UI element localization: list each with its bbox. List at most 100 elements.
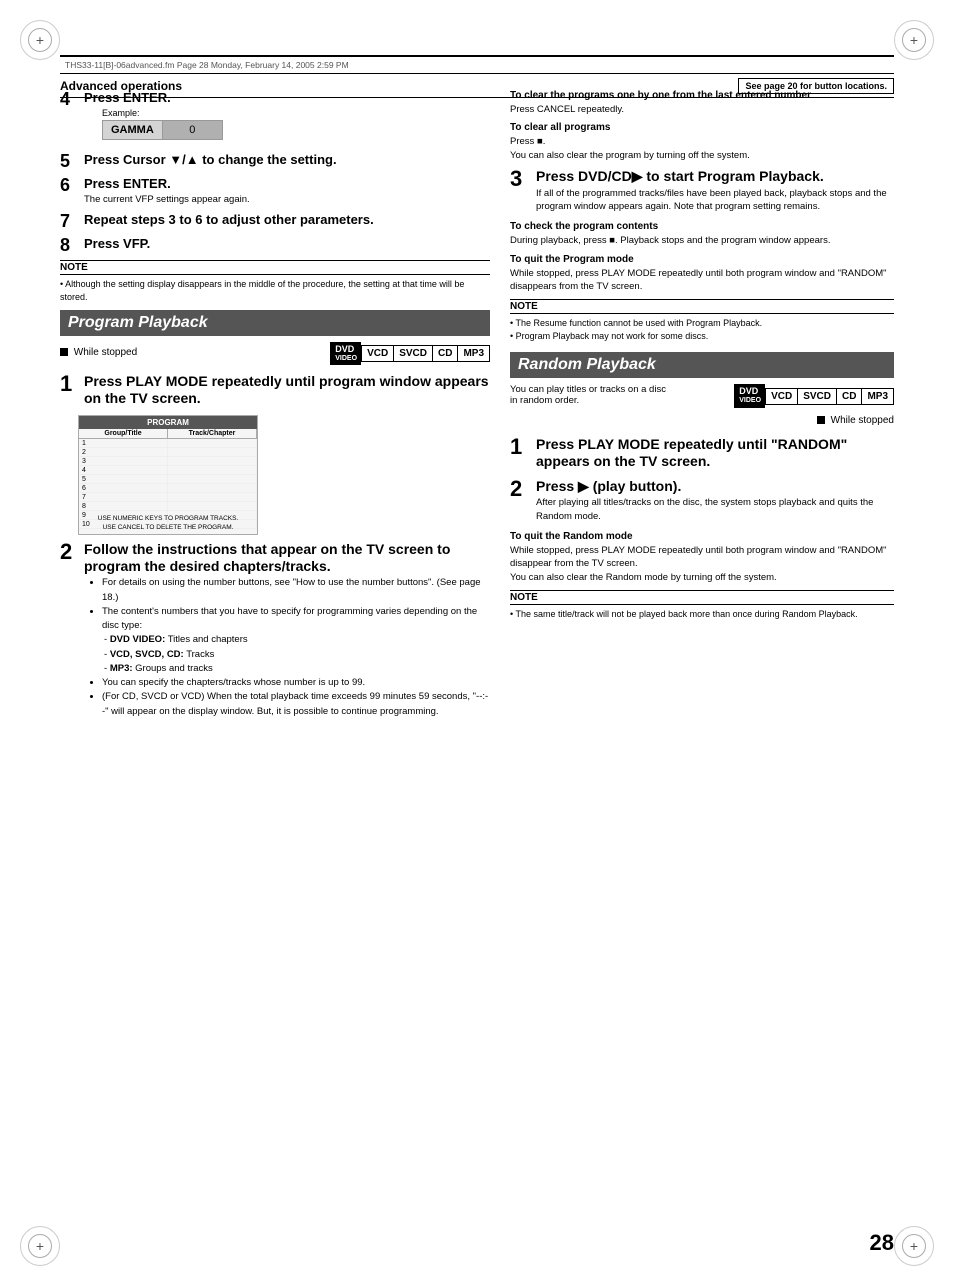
corner-decoration-tr: + [894, 20, 934, 60]
black-square-icon-random [817, 416, 825, 424]
quit-random-content: While stopped, press PLAY MODE repeatedl… [510, 544, 894, 584]
check-program-content: During playback, press ■. Playback stops… [510, 234, 894, 247]
step-4: 4 Press ENTER. Example: GAMMA 0 [60, 90, 490, 146]
step-7: 7 Repeat steps 3 to 6 to adjust other pa… [60, 212, 490, 230]
list-item: VCD, SVCD, CD: Tracks [104, 648, 490, 662]
note-random-bullet: • The same title/track will not be playe… [510, 609, 858, 619]
note-random-title: NOTE [510, 590, 894, 605]
check-program: To check the program contents During pla… [510, 221, 894, 247]
example-label: Example: [102, 108, 490, 118]
step-7-number: 7 [60, 212, 80, 230]
note-random: NOTE • The same title/track will not be … [510, 590, 894, 621]
step-5-number: 5 [60, 152, 80, 170]
clear-one-title: To clear the programs one by one from th… [510, 90, 894, 101]
page-header: THS33-11[B]-06advanced.fm Page 28 Monday… [60, 55, 894, 74]
black-square-icon [60, 348, 68, 356]
badge-cd: CD [432, 345, 457, 362]
step-5: 5 Press Cursor ▼/▲ to change the setting… [60, 152, 490, 170]
step-6-sub: The current VFP settings appear again. [84, 193, 490, 206]
prog-step-2-title: Follow the instructions that appear on t… [84, 541, 490, 575]
note-vfp: NOTE • Although the setting display disa… [60, 260, 490, 303]
quit-random: To quit the Random mode While stopped, p… [510, 531, 894, 584]
disc-type-mp3-label: MP3: [110, 663, 133, 674]
corner-decoration-bl: + [20, 1226, 60, 1266]
disc-type-vcd-label: VCD, SVCD, CD: [110, 649, 184, 660]
random-intro-text: You can play titles or tracks on a disc … [510, 384, 670, 406]
prog-step-1-title: Press PLAY MODE repeatedly until program… [84, 373, 490, 407]
badge-mp3: MP3 [457, 345, 490, 362]
badge-svcd-random: SVCD [797, 388, 836, 405]
badge-cd-random: CD [836, 388, 861, 405]
note-program-title: NOTE [510, 299, 894, 314]
content-area: 4 Press ENTER. Example: GAMMA 0 5 Press … [60, 90, 894, 1216]
step-8-number: 8 [60, 236, 80, 254]
prog-step-1-num: 1 [60, 373, 80, 409]
random-step-2-body: After playing all titles/tracks on the d… [536, 496, 894, 523]
prog-step-3: 3 Press DVD/CD▶ to start Program Playbac… [510, 168, 894, 213]
random-step-1-title: Press PLAY MODE repeatedly until "RANDOM… [536, 436, 894, 470]
prog-step-2-num: 2 [60, 541, 80, 719]
step-6-title: Press ENTER. [84, 176, 490, 192]
badge-dvd: DVDVIDEO [330, 342, 361, 366]
right-column: To clear the programs one by one from th… [510, 90, 894, 1216]
clear-all-title: To clear all programs [510, 122, 894, 133]
step-8: 8 Press VFP. [60, 236, 490, 254]
random-step-1-num: 1 [510, 436, 532, 470]
note-bullet-2: • Program Playback may not work for some… [510, 330, 894, 343]
clear-all-content: Press ■. You can also clear the program … [510, 135, 894, 162]
step-4-title: Press ENTER. [84, 90, 490, 106]
disc-type-dvd-label: DVD VIDEO: [110, 634, 165, 645]
prog-step-1: 1 Press PLAY MODE repeatedly until progr… [60, 373, 490, 409]
note-random-content: • The same title/track will not be playe… [510, 608, 894, 621]
random-step-2: 2 Press ▶ (play button). After playing a… [510, 478, 894, 523]
random-step-2-title: Press ▶ (play button). [536, 478, 894, 495]
page: + + + + THS33-11[B]-06advanced.fm Page 2… [0, 0, 954, 1286]
list-item: MP3: Groups and tracks [104, 662, 490, 676]
random-step-1: 1 Press PLAY MODE repeatedly until "RAND… [510, 436, 894, 470]
disc-type-mp3-value: Groups and tracks [135, 663, 213, 674]
disc-type-vcd-value: Tracks [186, 649, 214, 660]
step-6-number: 6 [60, 176, 80, 207]
list-item: For details on using the number buttons,… [102, 576, 490, 605]
step-8-title: Press VFP. [84, 236, 490, 252]
step-7-title: Repeat steps 3 to 6 to adjust other para… [84, 212, 490, 228]
prog-col2: Track/Chapter [168, 429, 257, 438]
prog-step-3-title: Press DVD/CD▶ to start Program Playback. [536, 168, 894, 185]
random-playback-header: Random Playback [510, 352, 894, 378]
gamma-display: GAMMA 0 [102, 120, 223, 140]
random-intro-row: You can play titles or tracks on a disc … [510, 384, 894, 432]
clear-one-content: Press CANCEL repeatedly. [510, 103, 894, 116]
quit-program: To quit the Program mode While stopped, … [510, 254, 894, 294]
quit-program-content: While stopped, press PLAY MODE repeatedl… [510, 267, 894, 294]
note-vfp-bullet: • Although the setting display disappear… [60, 279, 464, 302]
prog-image-header: PROGRAM [79, 416, 257, 429]
list-item: You can specify the chapters/tracks whos… [102, 676, 490, 690]
note-vfp-title: NOTE [60, 260, 490, 275]
program-playback-header: Program Playback [60, 310, 490, 336]
prog-col1: Group/Title [79, 429, 168, 438]
prog-step-2-list: For details on using the number buttons,… [92, 576, 490, 719]
step-5-title: Press Cursor ▼/▲ to change the setting. [84, 152, 490, 168]
quit-program-title: To quit the Program mode [510, 254, 894, 265]
list-item: (For CD, SVCD or VCD) When the total pla… [102, 690, 490, 719]
clear-one-by-one: To clear the programs one by one from th… [510, 90, 894, 116]
badge-vcd-random: VCD [765, 388, 797, 405]
step-6: 6 Press ENTER. The current VFP settings … [60, 176, 490, 207]
disc-type-dvd-value: Titles and chapters [168, 634, 248, 645]
prog-footer: USE NUMERIC KEYS TO PROGRAM TRACKS. USE … [81, 514, 255, 532]
prog-step-3-body: If all of the programmed tracks/files ha… [536, 187, 894, 214]
format-badges-random: DVDVIDEO VCD SVCD CD MP3 [734, 384, 894, 408]
corner-decoration-br: + [894, 1226, 934, 1266]
gamma-value: 0 [163, 120, 223, 140]
note-bullet-1: • The Resume function cannot be used wit… [510, 317, 894, 330]
program-image: PROGRAM Group/Title Track/Chapter 1 2 3 … [78, 415, 258, 535]
badge-dvd-random: DVDVIDEO [734, 384, 765, 408]
note-vfp-content: • Although the setting display disappear… [60, 278, 490, 303]
prog-step-2: 2 Follow the instructions that appear on… [60, 541, 490, 719]
while-stopped-left: While stopped [60, 347, 137, 358]
list-item: DVD VIDEO: Titles and chapters [104, 633, 490, 647]
badge-vcd: VCD [361, 345, 393, 362]
note-program-content: • The Resume function cannot be used wit… [510, 317, 894, 342]
left-column: 4 Press ENTER. Example: GAMMA 0 5 Press … [60, 90, 490, 1216]
corner-decoration-tl: + [20, 20, 60, 60]
